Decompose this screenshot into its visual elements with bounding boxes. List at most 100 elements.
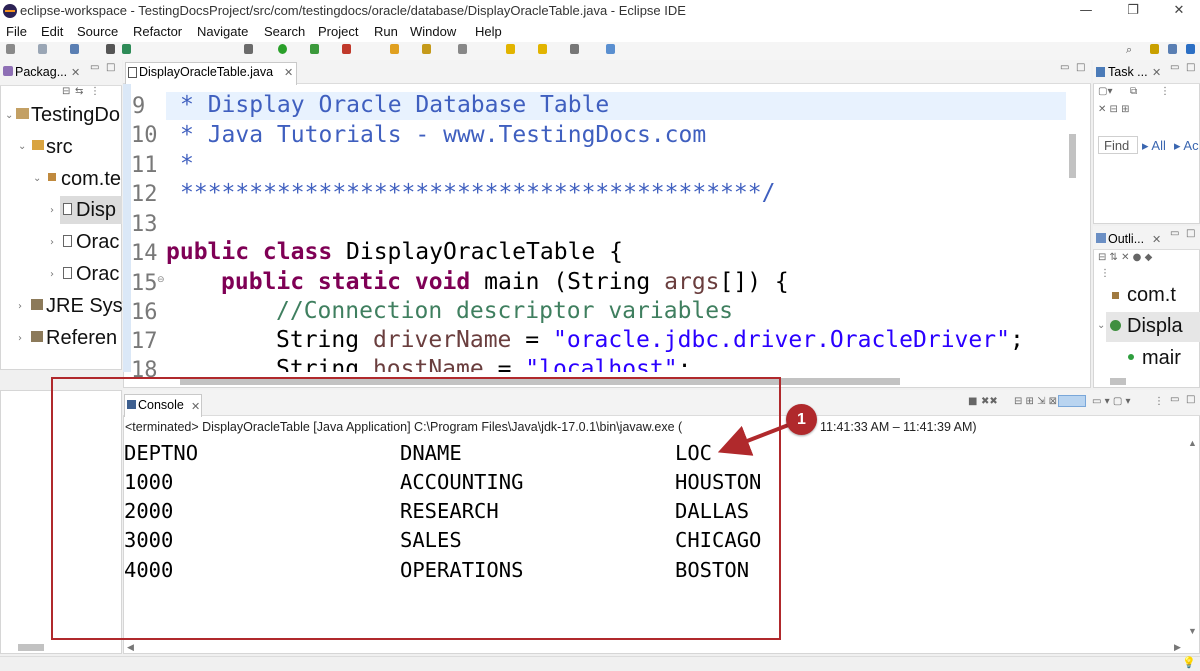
menu-project[interactable]: Project (318, 24, 358, 39)
scroll-left-icon[interactable]: ◀ (127, 642, 134, 653)
minimize-view-icon[interactable]: ▭ (1060, 62, 1069, 73)
task-all-link[interactable]: ▸ All (1142, 138, 1166, 154)
menu-help[interactable]: Help (475, 24, 502, 39)
run-icon[interactable] (278, 44, 287, 54)
lower-left-horizontal-scrollbar[interactable] (18, 644, 44, 651)
expand-icon[interactable]: › (50, 237, 54, 248)
minimize-view-icon[interactable]: ▭ (1170, 394, 1179, 405)
minimize-button[interactable]: — (1063, 0, 1109, 22)
expand-icon[interactable]: ⌄ (5, 110, 13, 121)
tree-item-oracle-file-2[interactable]: Orac (76, 263, 119, 286)
display-console-icon[interactable]: ▭ ▾ ▢ ▾ (1092, 396, 1130, 407)
lightbulb-icon[interactable]: 💡 (1182, 656, 1196, 669)
maximize-view-icon[interactable]: □ (106, 62, 115, 73)
expand-icon[interactable]: › (18, 333, 22, 344)
outline-item-class[interactable]: Displa (1127, 315, 1183, 338)
pin-console-icon[interactable] (1058, 395, 1086, 407)
java-ee-perspective-icon[interactable] (1150, 44, 1159, 54)
console-actions-icons[interactable]: ⊟ ⊞ ⇲ ⊠ (1014, 396, 1057, 407)
build-icon[interactable] (106, 44, 115, 54)
open-type-icon[interactable] (422, 44, 431, 54)
new-icon[interactable] (6, 44, 15, 54)
java-perspective-icon[interactable] (1186, 44, 1195, 54)
filter-icon[interactable]: ⧉ (1130, 86, 1137, 97)
close-tab-icon[interactable]: ✕ (284, 66, 293, 79)
collapse-all-icon[interactable]: ⊟ (62, 86, 70, 97)
view-menu-icon[interactable]: ⋮ (1154, 396, 1164, 407)
console-vertical-scrollbar[interactable]: ▲ ▼ (1187, 438, 1197, 640)
search-icon[interactable]: ⌕ (1126, 44, 1132, 57)
tab-outline[interactable]: Outli... (1108, 232, 1144, 246)
search-toolbar-icon[interactable] (458, 44, 467, 54)
close-button[interactable]: ✕ (1156, 0, 1200, 22)
tree-item-referenced-libraries[interactable]: Referen (46, 327, 117, 350)
debug-icon[interactable] (122, 44, 131, 54)
maximize-view-icon[interactable]: □ (1076, 62, 1085, 73)
tab-task-list[interactable]: Task ... (1108, 65, 1148, 79)
scroll-down-icon[interactable]: ▼ (1188, 626, 1197, 636)
new-java-project-icon[interactable] (390, 44, 399, 54)
menu-search[interactable]: Search (264, 24, 305, 39)
editor-vertical-scrollbar[interactable] (1069, 134, 1076, 178)
annotation-nav-icon[interactable] (506, 44, 515, 54)
pin-editor-icon[interactable] (606, 44, 615, 54)
tab-package-explorer[interactable]: Packag... (15, 65, 67, 79)
debug-perspective-icon[interactable] (1168, 44, 1177, 54)
task-activate-link[interactable]: ▸ Ac (1174, 138, 1199, 154)
minimize-view-icon[interactable]: ▭ (1170, 62, 1179, 73)
skip-breakpoints-icon[interactable] (244, 44, 253, 54)
terminate-icon[interactable]: ■ (968, 396, 977, 407)
maximize-view-icon[interactable]: □ (1186, 62, 1195, 73)
outline-horizontal-scrollbar[interactable] (1110, 378, 1126, 385)
coverage-icon[interactable] (310, 44, 319, 54)
tree-item-oracle-file-1[interactable]: Orac (76, 231, 119, 254)
task-find-input[interactable]: Find (1098, 136, 1138, 154)
remove-launch-icon[interactable]: ✖✖ (981, 396, 998, 407)
tree-item-src[interactable]: src (46, 136, 73, 159)
view-menu-icon[interactable]: ⋮ (1100, 268, 1110, 279)
minimize-view-icon[interactable]: ▭ (90, 62, 99, 73)
menu-window[interactable]: Window (410, 24, 456, 39)
outline-item-package[interactable]: com.t (1127, 284, 1176, 307)
back-icon[interactable] (538, 44, 547, 54)
save-icon[interactable] (38, 44, 47, 54)
expand-icon[interactable]: › (50, 269, 54, 280)
task-tools-icon[interactable]: ✕ ⊟ ⊞ (1098, 104, 1130, 115)
menu-run[interactable]: Run (374, 24, 398, 39)
menu-refactor[interactable]: Refactor (133, 24, 182, 39)
expand-icon[interactable]: › (18, 301, 22, 312)
expand-icon[interactable]: › (50, 205, 54, 216)
expand-icon[interactable]: ⌄ (33, 173, 41, 184)
close-tab-icon[interactable]: ✕ (1152, 233, 1161, 246)
forward-icon[interactable] (570, 44, 579, 54)
view-menu-icon[interactable]: ⋮ (90, 86, 100, 97)
scroll-right-icon[interactable]: ▶ (1174, 642, 1181, 653)
close-tab-icon[interactable]: ✕ (1152, 66, 1161, 79)
menu-file[interactable]: File (6, 24, 27, 39)
outline-toolbar-icons[interactable]: ⊟ ⇅ ✕ ● ◆ (1098, 252, 1152, 263)
menu-navigate[interactable]: Navigate (197, 24, 248, 39)
link-editor-icon[interactable]: ⇆ (75, 86, 83, 97)
terminal-icon[interactable] (70, 44, 79, 54)
scroll-up-icon[interactable]: ▲ (1188, 438, 1197, 448)
tree-item-package[interactable]: com.te (61, 168, 121, 191)
code-text: = (483, 356, 526, 372)
menu-source[interactable]: Source (77, 24, 118, 39)
expand-icon[interactable]: ⌄ (1097, 320, 1105, 331)
expand-icon[interactable]: ⌄ (18, 141, 26, 152)
view-menu-icon[interactable]: ⋮ (1160, 86, 1170, 97)
restore-button[interactable]: ❐ (1110, 0, 1156, 22)
maximize-view-icon[interactable]: □ (1186, 228, 1195, 239)
external-tools-icon[interactable] (342, 44, 351, 54)
menu-edit[interactable]: Edit (41, 24, 63, 39)
minimize-view-icon[interactable]: ▭ (1170, 228, 1179, 239)
close-tab-icon[interactable]: ✕ (71, 66, 80, 79)
tree-item-project[interactable]: TestingDo (31, 104, 120, 127)
new-task-icon[interactable]: ▢▾ (1098, 86, 1112, 97)
tree-item-jre[interactable]: JRE Syst (46, 295, 128, 318)
fold-icon[interactable]: ⊖ (157, 274, 165, 285)
editor-tab-label[interactable]: DisplayOracleTable.java (139, 65, 273, 79)
tree-item-display-file[interactable]: Disp (76, 199, 116, 222)
maximize-view-icon[interactable]: □ (1186, 394, 1195, 405)
outline-item-main[interactable]: mair (1142, 347, 1181, 370)
